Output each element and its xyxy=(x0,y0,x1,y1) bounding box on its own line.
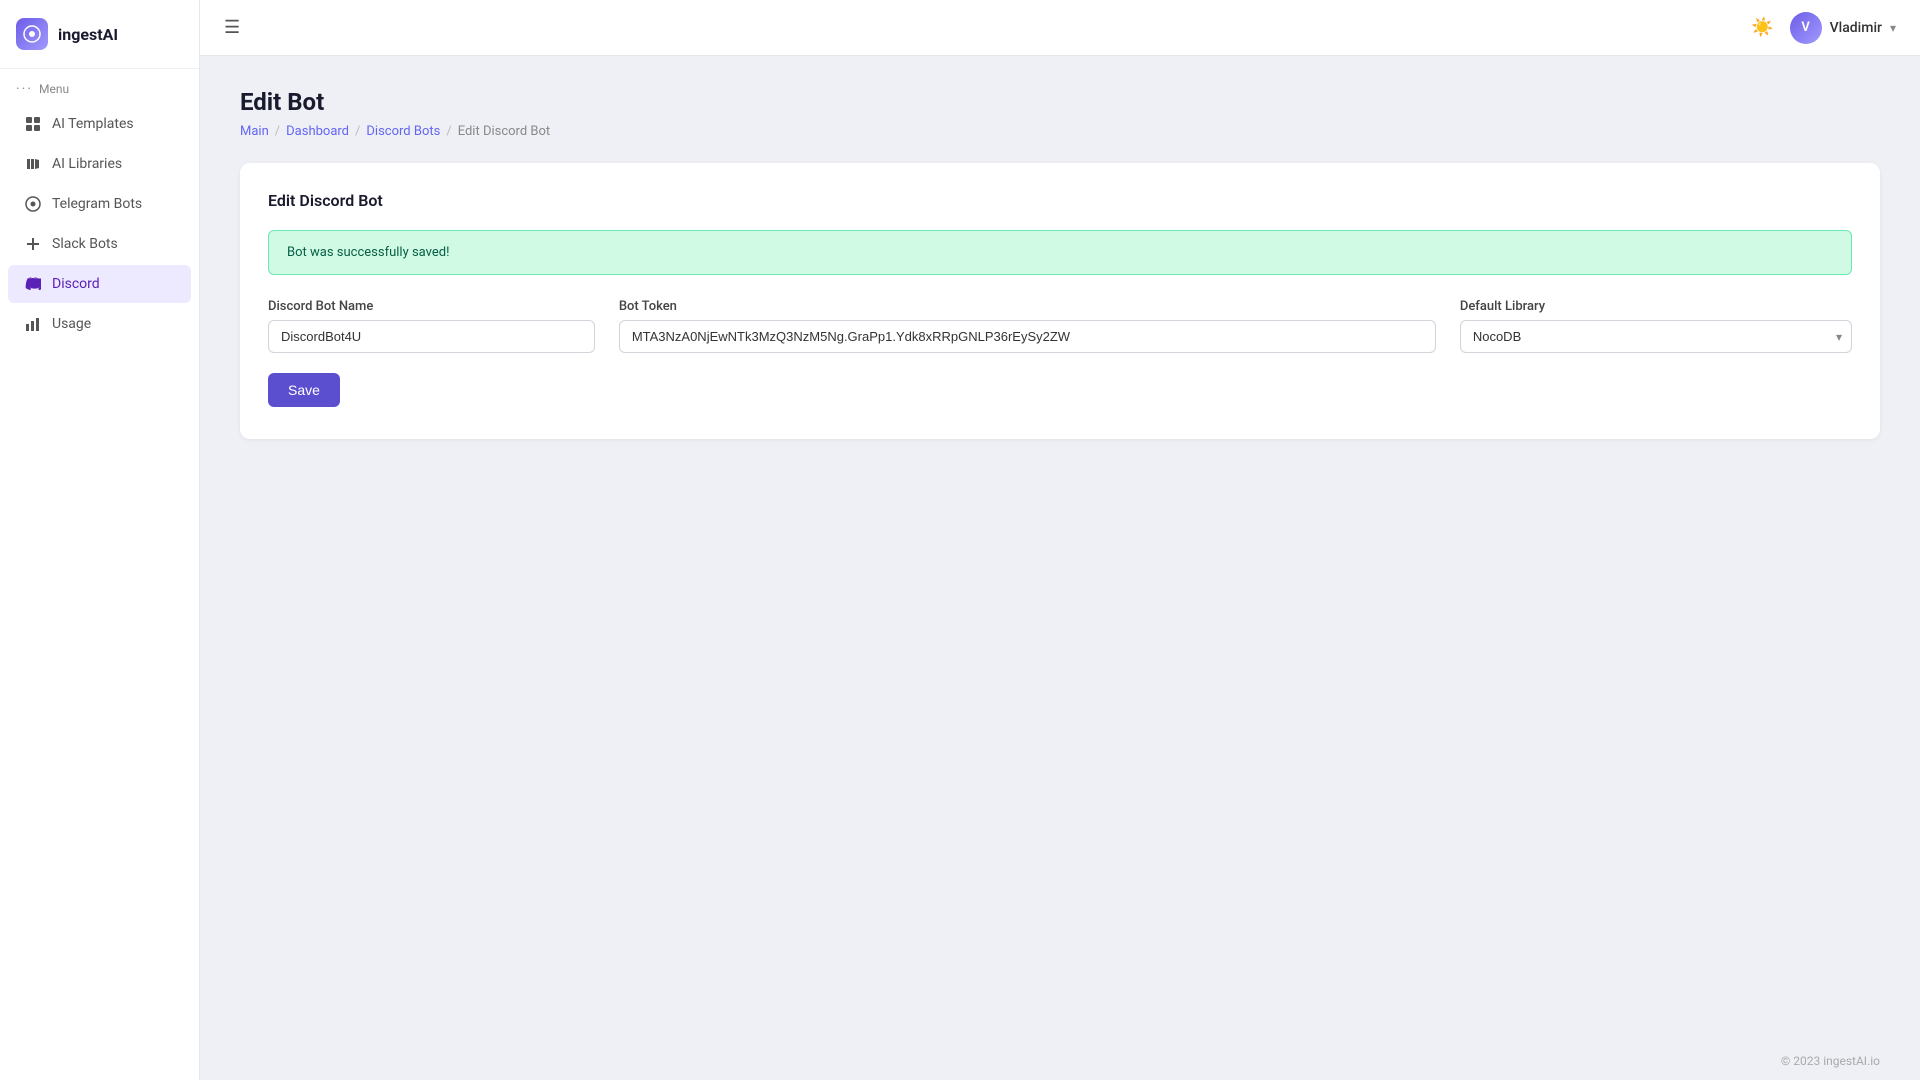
breadcrumb-sep-3: / xyxy=(446,124,451,139)
ai-libraries-icon xyxy=(24,155,42,173)
sidebar-item-telegram-bots-label: Telegram Bots xyxy=(52,196,142,212)
breadcrumb-sep-1: / xyxy=(275,124,280,139)
form-card-title: Edit Discord Bot xyxy=(268,191,1852,210)
sidebar-nav: AI Templates AI Libraries Telegram Bots … xyxy=(0,103,199,345)
sidebar-item-telegram-bots[interactable]: Telegram Bots xyxy=(8,185,191,223)
sidebar-item-discord-label: Discord xyxy=(52,276,100,292)
main-area: ☰ ☀️ V Vladimir ▾ Edit Bot Main / Dashbo… xyxy=(200,0,1920,1080)
bot-token-input[interactable] xyxy=(619,320,1436,353)
slack-bots-icon xyxy=(24,235,42,253)
ai-templates-icon xyxy=(24,115,42,133)
user-name: Vladimir xyxy=(1830,20,1882,36)
sidebar: ingestAI ··· Menu AI Templates AI Librar… xyxy=(0,0,200,1080)
sidebar-item-slack-bots[interactable]: Slack Bots xyxy=(8,225,191,263)
bot-name-input[interactable] xyxy=(268,320,595,353)
topbar-left: ☰ xyxy=(224,17,240,38)
breadcrumb: Main / Dashboard / Discord Bots / Edit D… xyxy=(240,124,1880,139)
user-chevron-icon: ▾ xyxy=(1890,21,1896,35)
breadcrumb-main[interactable]: Main xyxy=(240,124,269,139)
menu-text: Menu xyxy=(39,82,69,96)
theme-toggle-icon[interactable]: ☀️ xyxy=(1751,17,1773,38)
logo-icon xyxy=(16,18,48,50)
discord-icon xyxy=(24,275,42,293)
telegram-bots-icon xyxy=(24,195,42,213)
save-button[interactable]: Save xyxy=(268,373,340,407)
logo-text: ingestAI xyxy=(58,25,118,44)
topbar: ☰ ☀️ V Vladimir ▾ xyxy=(200,0,1920,56)
avatar-initials: V xyxy=(1801,20,1809,35)
breadcrumb-discord-bots[interactable]: Discord Bots xyxy=(366,124,440,139)
breadcrumb-dashboard[interactable]: Dashboard xyxy=(286,124,349,139)
sidebar-item-ai-libraries-label: AI Libraries xyxy=(52,156,122,172)
breadcrumb-sep-2: / xyxy=(355,124,360,139)
page-title: Edit Bot xyxy=(240,88,1880,116)
hamburger-icon[interactable]: ☰ xyxy=(224,17,240,38)
menu-dots: ··· xyxy=(16,81,33,97)
sidebar-logo: ingestAI xyxy=(0,0,199,69)
form-row-fields: Discord Bot Name Bot Token Default Libra… xyxy=(268,299,1852,353)
avatar: V xyxy=(1790,12,1822,44)
sidebar-item-discord[interactable]: Discord xyxy=(8,265,191,303)
sidebar-item-slack-bots-label: Slack Bots xyxy=(52,236,118,252)
page-content: Edit Bot Main / Dashboard / Discord Bots… xyxy=(200,56,1920,1042)
footer-text: © 2023 ingestAI.io xyxy=(1781,1054,1880,1068)
form-group-bot-token: Bot Token xyxy=(619,299,1436,353)
sidebar-menu-label: ··· Menu xyxy=(0,69,199,103)
form-group-default-library: Default Library NocoDB Other ▾ xyxy=(1460,299,1852,353)
success-message: Bot was successfully saved! xyxy=(287,245,449,260)
default-library-label: Default Library xyxy=(1460,299,1852,314)
breadcrumb-edit-discord-bot: Edit Discord Bot xyxy=(458,124,550,139)
user-info[interactable]: V Vladimir ▾ xyxy=(1790,12,1896,44)
default-library-select-wrapper: NocoDB Other ▾ xyxy=(1460,320,1852,353)
usage-icon xyxy=(24,315,42,333)
sidebar-item-ai-libraries[interactable]: AI Libraries xyxy=(8,145,191,183)
sidebar-item-ai-templates[interactable]: AI Templates xyxy=(8,105,191,143)
success-alert: Bot was successfully saved! xyxy=(268,230,1852,275)
sidebar-item-usage[interactable]: Usage xyxy=(8,305,191,343)
bot-name-label: Discord Bot Name xyxy=(268,299,595,314)
bot-token-label: Bot Token xyxy=(619,299,1436,314)
default-library-select[interactable]: NocoDB Other xyxy=(1460,320,1852,353)
form-card: Edit Discord Bot Bot was successfully sa… xyxy=(240,163,1880,439)
topbar-right: ☀️ V Vladimir ▾ xyxy=(1751,12,1896,44)
sidebar-item-ai-templates-label: AI Templates xyxy=(52,116,134,132)
sidebar-item-usage-label: Usage xyxy=(52,316,91,332)
form-group-bot-name: Discord Bot Name xyxy=(268,299,595,353)
footer: © 2023 ingestAI.io xyxy=(200,1042,1920,1080)
